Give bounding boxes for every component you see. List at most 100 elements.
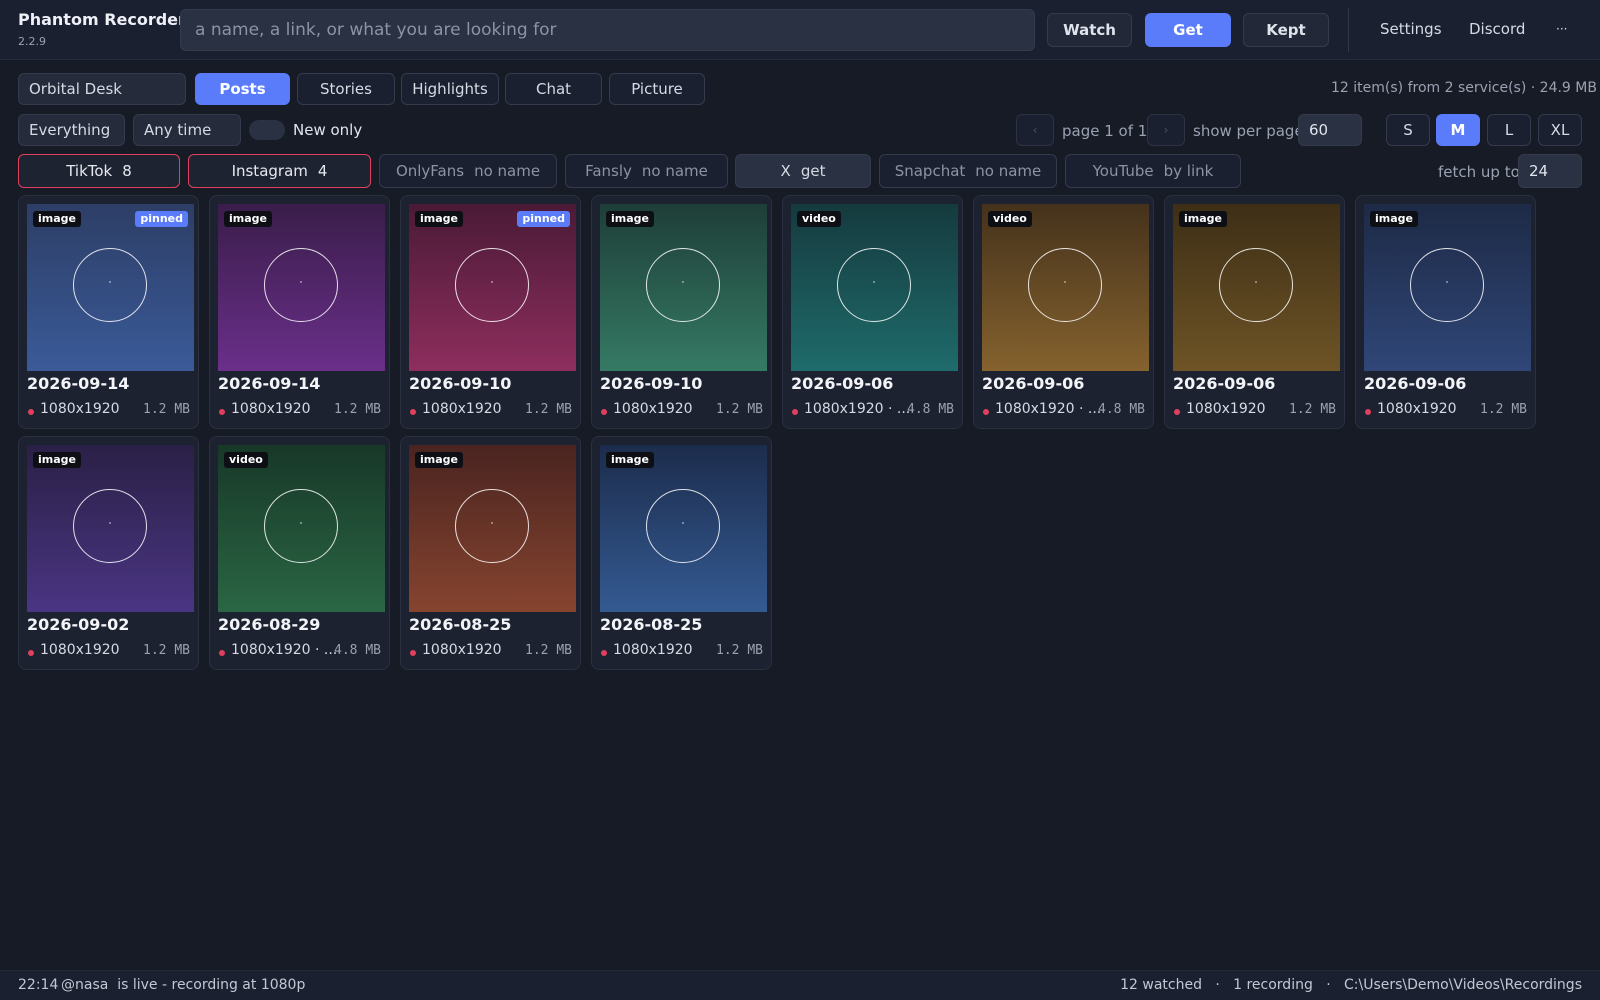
tab-posts[interactable]: Posts: [195, 73, 290, 105]
more-menu-icon[interactable]: ···: [1556, 22, 1567, 36]
fetch-limit-input[interactable]: 24: [1518, 154, 1582, 188]
placeholder-dot: [300, 281, 302, 283]
live-dot-icon: [983, 409, 989, 415]
media-type-badge: image: [33, 452, 81, 468]
app-title: Phantom Recorder: [18, 10, 186, 29]
settings-link[interactable]: Settings: [1380, 20, 1442, 38]
service-status: no name: [474, 162, 541, 180]
size-xl-button[interactable]: XL: [1538, 114, 1582, 146]
media-type-badge: video: [988, 211, 1032, 227]
live-dot-icon: [28, 409, 34, 415]
tab-chat[interactable]: Chat: [505, 73, 602, 105]
media-type-badge: image: [606, 211, 654, 227]
service-name: X: [780, 162, 791, 180]
status-message: @nasa is live - recording at 1080p: [61, 977, 306, 993]
status-time: 22:14: [18, 977, 59, 993]
tab-highlights[interactable]: Highlights: [401, 73, 499, 105]
media-card[interactable]: image 2026-08-25 1080x1920 1.2 MB: [591, 436, 772, 670]
size-m-button[interactable]: M: [1436, 114, 1480, 146]
card-date: 2026-08-25: [409, 615, 512, 634]
placeholder-dot: [1255, 281, 1257, 283]
service-instagram[interactable]: Instagram 4: [188, 154, 371, 188]
placeholder-circle-icon: [1028, 248, 1102, 322]
media-card[interactable]: video 2026-09-06 1080x1920 · ... 4.8 MB: [973, 195, 1154, 429]
live-dot-icon: [219, 409, 225, 415]
card-file-size: 1.2 MB: [525, 643, 572, 658]
live-dot-icon: [410, 409, 416, 415]
new-only-label: New only: [293, 121, 363, 139]
media-card[interactable]: image 2026-09-06 1080x1920 1.2 MB: [1164, 195, 1345, 429]
placeholder-dot: [1446, 281, 1448, 283]
service-status: by link: [1163, 162, 1214, 180]
card-file-size: 1.2 MB: [716, 643, 763, 658]
profile-selector[interactable]: Orbital Desk: [18, 73, 186, 105]
thumbnail: image: [27, 445, 194, 612]
media-card[interactable]: video 2026-08-29 1080x1920 · ... 4.8 MB: [209, 436, 390, 670]
prev-page-button[interactable]: ‹: [1016, 114, 1054, 146]
fetch-label: fetch up to: [1438, 163, 1520, 181]
live-dot-icon: [792, 409, 798, 415]
service-fansly[interactable]: Fansly no name: [565, 154, 728, 188]
per-page-input[interactable]: 60: [1298, 114, 1362, 146]
kept-button[interactable]: Kept: [1243, 13, 1329, 47]
thumbnail: image: [409, 445, 576, 612]
discord-link[interactable]: Discord: [1469, 20, 1525, 38]
service-status: get: [800, 162, 826, 180]
placeholder-dot: [682, 281, 684, 283]
card-resolution: 1080x1920 · ...: [231, 642, 338, 658]
card-date: 2026-08-25: [600, 615, 703, 634]
media-card[interactable]: image 2026-09-14 1080x1920 1.2 MB: [209, 195, 390, 429]
card-resolution: 1080x1920: [1186, 401, 1266, 417]
card-date: 2026-09-10: [409, 374, 512, 393]
service-status: no name: [641, 162, 708, 180]
service-snapchat[interactable]: Snapchat no name: [879, 154, 1057, 188]
next-page-button[interactable]: ›: [1147, 114, 1185, 146]
time-filter[interactable]: Any time: [133, 114, 241, 146]
thumbnail: image pinned: [27, 204, 194, 371]
card-resolution: 1080x1920 · ...: [995, 401, 1102, 417]
new-only-toggle[interactable]: [249, 120, 285, 140]
service-tiktok[interactable]: TikTok 8: [18, 154, 180, 188]
media-card[interactable]: image pinned 2026-09-14 1080x1920 1.2 MB: [18, 195, 199, 429]
thumbnail: image pinned: [409, 204, 576, 371]
card-date: 2026-09-06: [1364, 374, 1467, 393]
media-type-badge: image: [606, 452, 654, 468]
size-l-button[interactable]: L: [1487, 114, 1531, 146]
media-card[interactable]: image 2026-09-06 1080x1920 1.2 MB: [1355, 195, 1536, 429]
service-name: OnlyFans: [395, 162, 465, 180]
media-card[interactable]: image 2026-09-02 1080x1920 1.2 MB: [18, 436, 199, 670]
tab-stories[interactable]: Stories: [297, 73, 395, 105]
card-date: 2026-09-06: [982, 374, 1085, 393]
thumbnail: video: [982, 204, 1149, 371]
placeholder-circle-icon: [1219, 248, 1293, 322]
thumbnail: video: [218, 445, 385, 612]
search-input[interactable]: [180, 9, 1035, 51]
placeholder-dot: [109, 522, 111, 524]
placeholder-circle-icon: [73, 489, 147, 563]
service-x[interactable]: Xget: [735, 154, 871, 188]
card-date: 2026-09-14: [27, 374, 130, 393]
get-button[interactable]: Get: [1145, 13, 1231, 47]
media-card[interactable]: image pinned 2026-09-10 1080x1920 1.2 MB: [400, 195, 581, 429]
thumbnail: image: [1173, 204, 1340, 371]
media-card[interactable]: image 2026-08-25 1080x1920 1.2 MB: [400, 436, 581, 670]
card-file-size: 4.8 MB: [334, 643, 381, 658]
type-filter[interactable]: Everything: [18, 114, 125, 146]
size-s-button[interactable]: S: [1386, 114, 1430, 146]
placeholder-circle-icon: [646, 489, 720, 563]
thumbnail: video: [791, 204, 958, 371]
card-resolution: 1080x1920: [422, 401, 502, 417]
card-file-size: 1.2 MB: [525, 402, 572, 417]
tab-picture[interactable]: Picture: [609, 73, 705, 105]
media-type-badge: image: [415, 211, 463, 227]
placeholder-circle-icon: [837, 248, 911, 322]
card-file-size: 1.2 MB: [143, 643, 190, 658]
service-onlyfans[interactable]: OnlyFans no name: [379, 154, 557, 188]
service-youtube[interactable]: YouTube by link: [1065, 154, 1241, 188]
card-date: 2026-08-29: [218, 615, 321, 634]
live-dot-icon: [28, 650, 34, 656]
media-card[interactable]: image 2026-09-10 1080x1920 1.2 MB: [591, 195, 772, 429]
watch-button[interactable]: Watch: [1047, 13, 1132, 47]
media-card[interactable]: video 2026-09-06 1080x1920 · ... 4.8 MB: [782, 195, 963, 429]
card-date: 2026-09-06: [1173, 374, 1276, 393]
